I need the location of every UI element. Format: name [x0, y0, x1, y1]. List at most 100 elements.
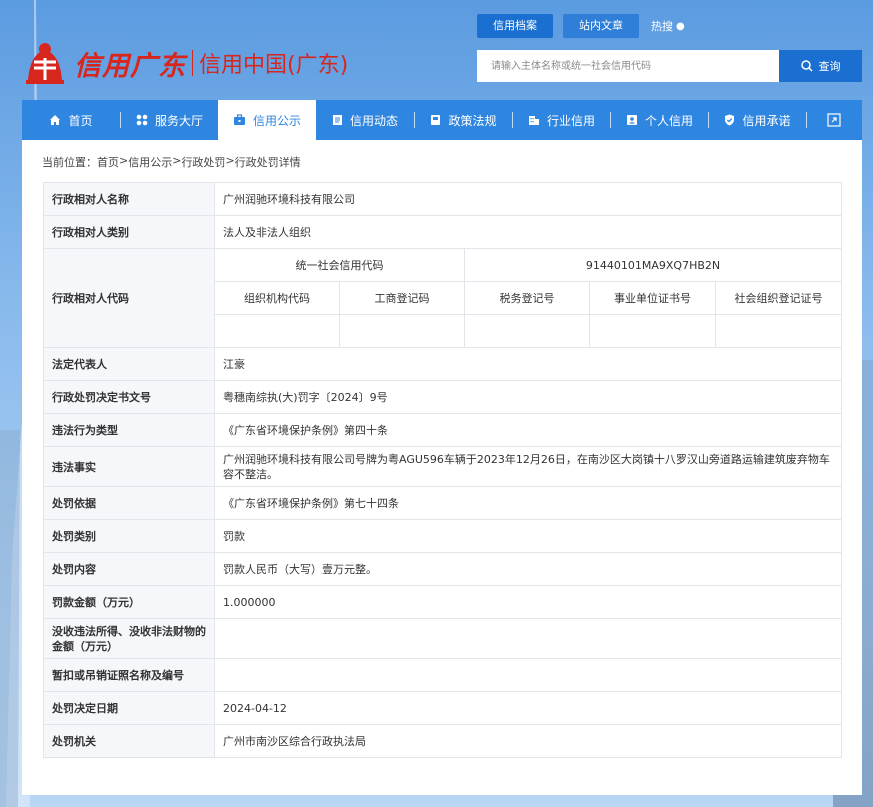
- nav-service-hall[interactable]: 服务大厅: [121, 100, 218, 140]
- legal-rep-value: 江豪: [213, 347, 843, 381]
- uscc-label: 统一社会信用代码: [214, 248, 465, 282]
- decision-date-label: 处罚决定日期: [43, 691, 215, 725]
- breadcrumb-credit-link[interactable]: 信用公示: [128, 154, 172, 170]
- search-bar: 查询: [477, 50, 862, 82]
- penalty-content-value: 罚款人民币（大写）壹万元整。: [213, 552, 843, 586]
- nav-personal-credit-label: 个人信用: [644, 113, 693, 128]
- logo-brand-text: 信用广东: [74, 50, 186, 82]
- table-row: 处罚决定日期 2024-04-12: [43, 691, 843, 725]
- shield-icon: [724, 114, 735, 126]
- table-row: 罚款金额（万元） 1.000000: [43, 585, 843, 619]
- party-type-value: 法人及非法人组织: [213, 215, 843, 249]
- license-value: [213, 658, 843, 692]
- violation-type-label: 违法行为类型: [43, 413, 215, 447]
- fine-value: 1.000000: [213, 585, 843, 619]
- table-row: 处罚类别 罚款: [43, 519, 843, 553]
- breadcrumb-separator: >: [172, 154, 182, 167]
- tax-reg-value: [464, 314, 590, 348]
- penalty-type-label: 处罚类别: [43, 519, 215, 553]
- logo-divider: [192, 50, 193, 76]
- breadcrumb-separator: >: [119, 154, 129, 167]
- business-reg-header: 工商登记码: [339, 281, 465, 315]
- social-org-value: [714, 314, 843, 348]
- table-row: 行政相对人名称 广州润驰环境科技有限公司: [43, 182, 843, 216]
- flame-icon: ●: [676, 20, 685, 32]
- confiscation-label: 没收违法所得、没收非法财物的金额（万元）: [43, 618, 215, 659]
- search-button[interactable]: 查询: [779, 50, 862, 82]
- nav-home[interactable]: 首页: [22, 100, 120, 140]
- nav-home-label: 首页: [68, 113, 93, 128]
- breadcrumb-current: 行政处罚详情: [234, 156, 301, 169]
- public-institution-value: [589, 314, 716, 348]
- party-name-value: 广州润驰环境科技有限公司: [213, 182, 843, 216]
- party-type-label: 行政相对人类别: [43, 215, 215, 249]
- logo-emblem-icon: [26, 43, 64, 84]
- penalty-detail-table: 行政相对人名称 广州润驰环境科技有限公司 行政相对人类别 法人及非法人组织 行政…: [43, 182, 843, 758]
- site-header: 信用广东 信用中国(广东) 信用档案 站内文章 热搜 ● 查询: [0, 0, 873, 100]
- violation-type-value: 《广东省环境保护条例》第四十条: [213, 413, 843, 447]
- authority-value: 广州市南沙区综合行政执法局: [213, 724, 843, 758]
- confiscation-value: [213, 618, 843, 659]
- document-icon: [332, 114, 343, 126]
- basis-value: 《广东省环境保护条例》第七十四条: [213, 486, 843, 520]
- nav-policy-law-label: 政策法规: [448, 113, 497, 128]
- table-row: 行政处罚决定书文号 粤穗南综执(大)罚字〔2024〕9号: [43, 380, 843, 414]
- doc-no-label: 行政处罚决定书文号: [43, 380, 215, 414]
- search-icon: [800, 60, 813, 72]
- table-row: 处罚机关 广州市南沙区综合行政执法局: [43, 724, 843, 758]
- search-scope-tabs: 信用档案 站内文章 热搜 ●: [477, 14, 685, 38]
- tab-site-articles[interactable]: 站内文章: [563, 14, 639, 38]
- table-row: 违法行为类型 《广东省环境保护条例》第四十条: [43, 413, 843, 447]
- nav-service-hall-label: 服务大厅: [154, 113, 203, 128]
- nav-industry-credit[interactable]: 行业信用: [513, 100, 610, 140]
- tax-reg-header: 税务登记号: [464, 281, 590, 315]
- home-icon: [49, 114, 61, 126]
- logo-sub-text: 信用中国(广东): [199, 53, 349, 78]
- legal-rep-label: 法定代表人: [43, 347, 215, 381]
- org-code-header: 组织机构代码: [214, 281, 340, 315]
- facts-value: 广州润驰环境科技有限公司号牌为粤AGU596车辆于2023年12月26日，在南沙…: [213, 446, 843, 487]
- nav-credit-news[interactable]: 信用动态: [316, 100, 414, 140]
- nav-industry-credit-label: 行业信用: [546, 113, 595, 128]
- id-card-icon: [626, 114, 638, 126]
- doc-no-value: 粤穗南综执(大)罚字〔2024〕9号: [213, 380, 843, 414]
- table-row: 法定代表人 江豪: [43, 347, 843, 381]
- nav-credit-disclosure-label: 信用公示: [252, 113, 301, 128]
- hot-search-link[interactable]: 热搜 ●: [651, 18, 685, 34]
- business-reg-value: [339, 314, 465, 348]
- site-logo[interactable]: 信用广东 信用中国(广东): [22, 40, 348, 86]
- nav-credit-commitment[interactable]: 信用承诺: [709, 100, 806, 140]
- breadcrumb: 当前位置： 首页 > 信用公示 > 行政处罚 > 行政处罚详情: [42, 154, 301, 170]
- uscc-value: 91440101MA9XQ7HB2N: [463, 248, 843, 282]
- nav-personal-credit[interactable]: 个人信用: [611, 100, 708, 140]
- nav-credit-disclosure[interactable]: 信用公示: [218, 100, 316, 140]
- party-code-label: 行政相对人代码: [43, 248, 215, 348]
- social-org-header: 社会组织登记证号: [714, 281, 843, 315]
- hot-search-label: 热搜: [651, 20, 673, 33]
- expand-icon: [827, 113, 841, 127]
- nav-credit-news-label: 信用动态: [349, 113, 398, 128]
- nav-expand-button[interactable]: [807, 100, 861, 140]
- party-name-label: 行政相对人名称: [43, 182, 215, 216]
- table-row: 暂扣或吊销证照名称及编号: [43, 658, 843, 692]
- grid-icon: [136, 114, 148, 126]
- facts-label: 违法事实: [43, 446, 215, 487]
- building-icon: [528, 114, 540, 126]
- table-row: 行政相对人类别 法人及非法人组织: [43, 215, 843, 249]
- nav-policy-law[interactable]: 政策法规: [415, 100, 512, 140]
- fine-label: 罚款金额（万元）: [43, 585, 215, 619]
- search-button-label: 查询: [818, 61, 841, 73]
- basis-label: 处罚依据: [43, 486, 215, 520]
- tab-credit-archive[interactable]: 信用档案: [477, 14, 553, 38]
- breadcrumb-home-link[interactable]: 首页: [97, 154, 119, 170]
- breadcrumb-prefix: 当前位置：: [42, 156, 97, 169]
- breadcrumb-penalty-link[interactable]: 行政处罚: [181, 154, 225, 170]
- table-row: 违法事实 广州润驰环境科技有限公司号牌为粤AGU596车辆于2023年12月26…: [43, 446, 843, 487]
- briefcase-icon: [233, 114, 246, 126]
- penalty-type-value: 罚款: [213, 519, 843, 553]
- table-row: 处罚依据 《广东省环境保护条例》第七十四条: [43, 486, 843, 520]
- search-input[interactable]: [477, 50, 779, 82]
- public-institution-header: 事业单位证书号: [589, 281, 716, 315]
- table-row: 行政相对人代码 统一社会信用代码 91440101MA9XQ7HB2N: [43, 248, 843, 348]
- nav-credit-commitment-label: 信用承诺: [742, 113, 791, 128]
